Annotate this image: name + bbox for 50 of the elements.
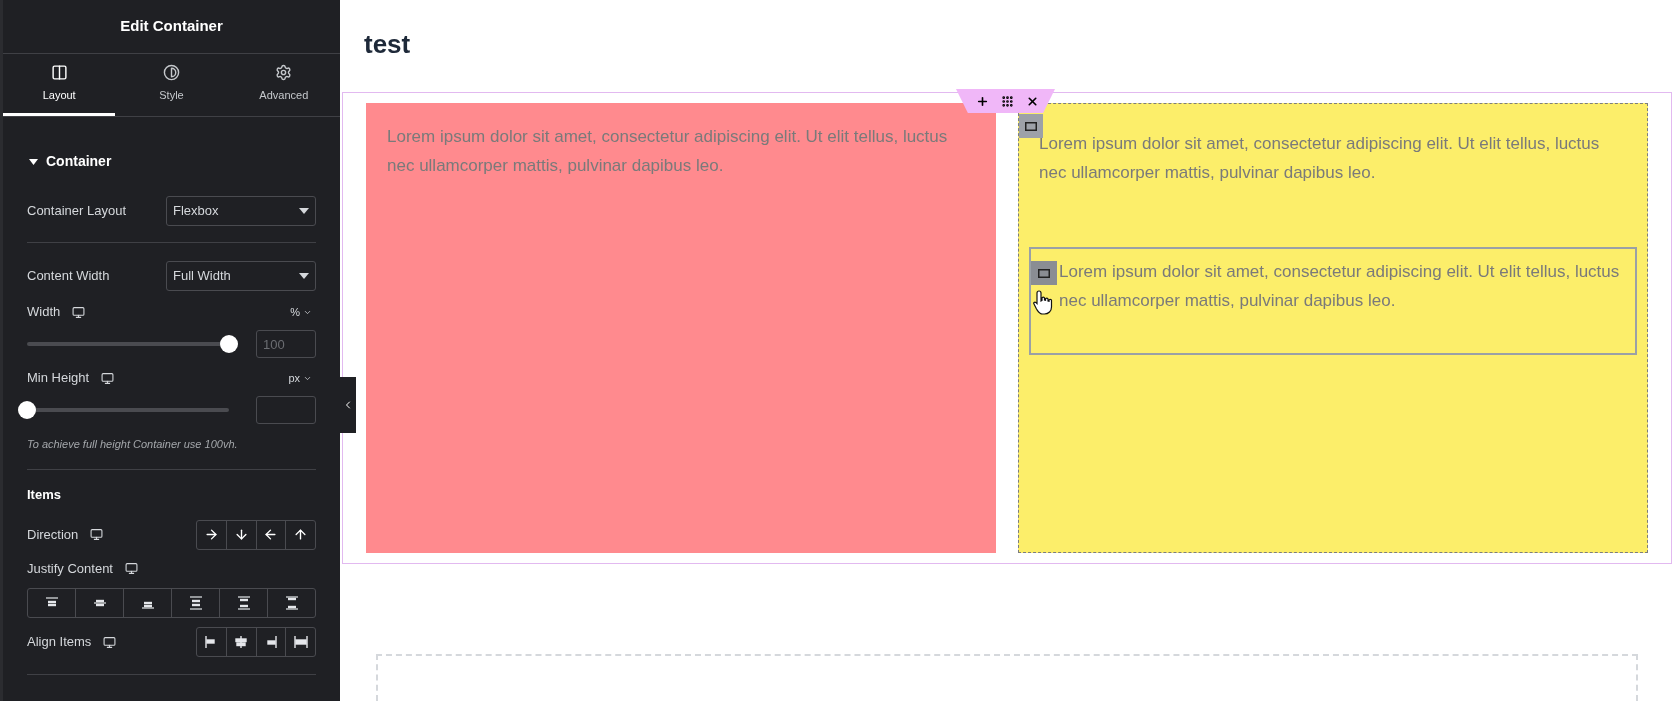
monitor-icon [101,371,115,385]
arrow-icon [203,527,219,542]
rectangle-icon [1025,121,1037,131]
close-icon[interactable] [1026,94,1039,108]
settings-icon [275,63,293,81]
edit-handle[interactable] [1031,261,1057,285]
control-label: Align Items [27,633,92,652]
control-label: Min Height [27,369,90,388]
hint-text: To achieve full height Container use 100vh. [27,437,239,452]
unit-selector[interactable]: px [288,369,316,387]
panel-tab[interactable]: Style [115,54,228,116]
section-header[interactable]: Container [3,151,340,172]
select-field[interactable]: Flexbox [166,196,316,226]
bars-icon [187,595,204,611]
control-label: Width [27,303,61,322]
caret-icon [29,158,38,165]
monitor-icon [103,635,117,649]
text-widget[interactable]: Lorem ipsum dolor sit amet, consectetur adipiscing elit. Ut elit tellus, luctus nec ullamcorper mattis, pulvinar dapibus leo. [1039,121,1635,187]
monitor-icon [72,305,86,319]
arrow-icon [233,527,249,542]
panel-tab[interactable]: Layout [3,54,116,116]
monitor-icon [90,528,104,541]
page-heading: test [364,27,411,61]
drag-handle-icon[interactable] [1001,94,1014,108]
hand-cursor-icon [1033,289,1055,315]
section-heading: Items [27,486,61,502]
columns-icon [50,63,68,81]
control-label: Direction [27,525,79,544]
panel-tab[interactable]: Advanced [227,54,340,116]
add-icon[interactable] [976,94,989,108]
select-field[interactable]: Full Width [166,261,316,291]
align-icon [233,634,250,650]
slider-thumb[interactable] [18,401,36,419]
caret-icon [299,208,309,214]
unit-selector[interactable]: % [290,303,316,321]
align-icon [292,634,309,650]
slider-thumb[interactable] [220,335,238,353]
bars-icon [283,595,300,611]
control-label: Justify Content [27,559,113,578]
half-circle-icon [163,63,180,81]
monitor-icon [125,561,138,575]
number-field[interactable]: 100 [256,330,316,358]
bars-icon [235,595,252,611]
edit-handle[interactable] [1019,114,1043,138]
control-label: Container Layout [27,202,126,221]
panel-title: Edit Container [120,16,223,37]
rectangle-icon [1038,268,1050,278]
control-label: Content Width [27,267,110,286]
caret-icon [299,273,309,279]
number-field[interactable] [256,396,316,424]
